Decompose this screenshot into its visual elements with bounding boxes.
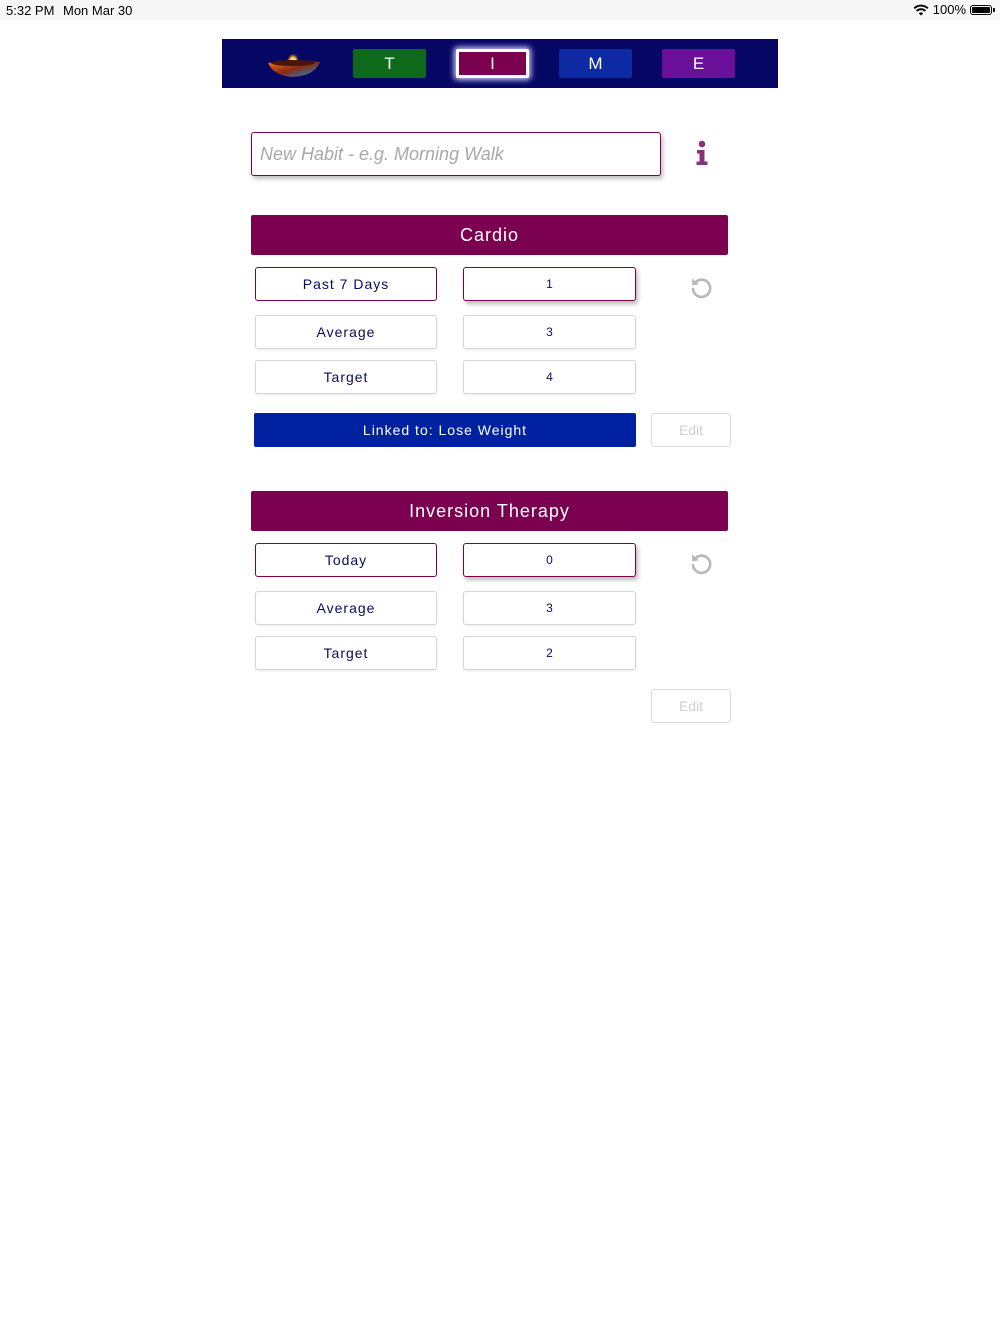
average-value: 3 [463,315,636,349]
status-bar: 5:32 PM Mon Mar 30 100% [0,0,1000,20]
oil-lamp-logo-button[interactable] [264,49,322,78]
target-value[interactable]: 4 [463,360,636,394]
average-label: Average [255,315,437,349]
status-time: 5:32 PM [6,3,55,18]
target-value[interactable]: 2 [463,636,636,670]
period-label-button[interactable]: Past 7 Days [255,267,437,301]
status-right: 100% [913,2,995,17]
oil-lamp-icon [268,52,320,77]
info-icon[interactable] [694,140,710,166]
average-label: Average [255,591,437,625]
period-label-button[interactable]: Today [255,543,437,577]
target-label: Target [255,636,437,670]
reset-icon[interactable] [689,551,714,576]
average-value: 3 [463,591,636,625]
nav-m-button[interactable]: M [559,49,632,78]
edit-button[interactable]: Edit [651,413,731,447]
battery-icon [970,4,995,15]
target-label: Target [255,360,437,394]
period-value-button[interactable]: 0 [463,543,636,577]
reset-icon[interactable] [689,275,714,300]
habit-header-inversion-therapy[interactable]: Inversion Therapy [251,491,728,531]
new-habit-input[interactable] [251,132,661,176]
nav-e-button[interactable]: E [662,49,735,78]
wifi-icon [913,4,929,15]
edit-button[interactable]: Edit [651,689,731,723]
linked-goal-button[interactable]: Linked to: Lose Weight [254,413,636,447]
habit-header-cardio[interactable]: Cardio [251,215,728,255]
battery-percent: 100% [932,2,966,17]
top-nav-bar: T I M E [222,39,778,88]
nav-t-button[interactable]: T [353,49,426,78]
period-value-button[interactable]: 1 [463,267,636,301]
nav-i-button[interactable]: I [456,49,529,78]
status-date: Mon Mar 30 [63,3,133,18]
